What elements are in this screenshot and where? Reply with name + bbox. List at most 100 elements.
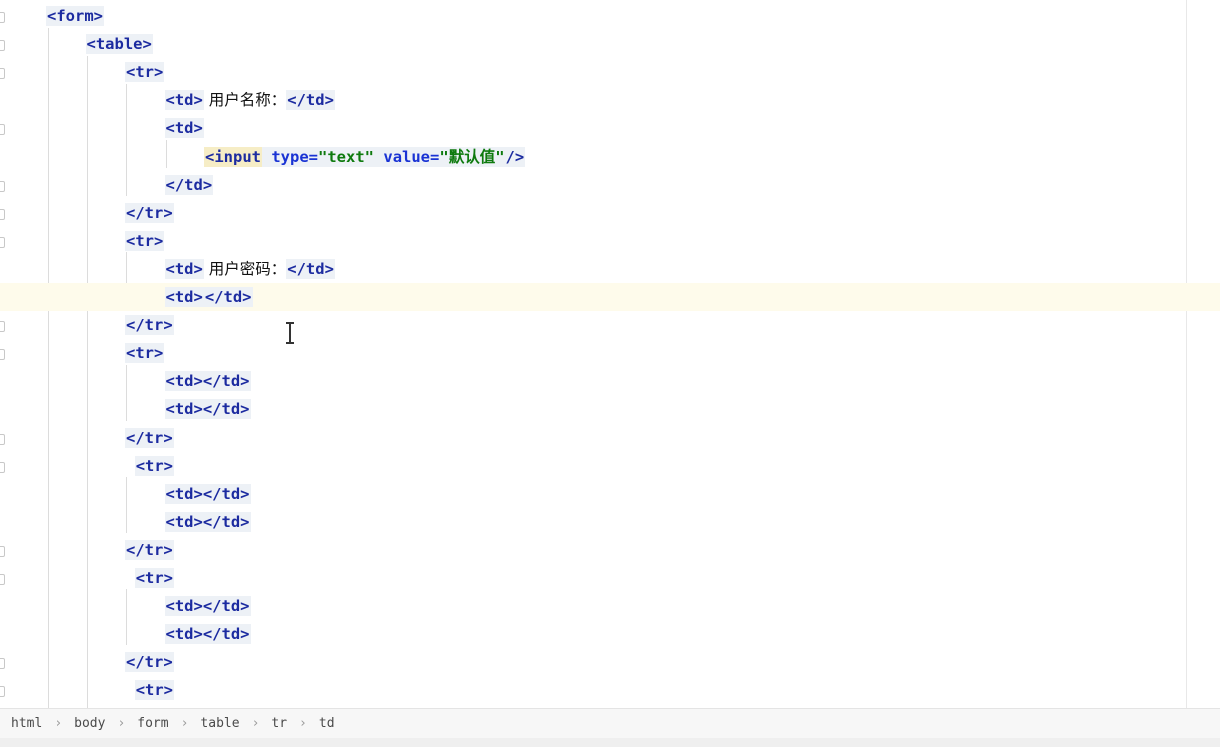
- html-tag-token: <td>: [164, 118, 204, 139]
- html-tag-token: </td>: [164, 174, 214, 195]
- code-line[interactable]: <td></td>: [0, 367, 1220, 395]
- breadcrumb-item-html[interactable]: html: [11, 716, 42, 731]
- code-line-content: <tr>: [125, 230, 165, 251]
- fold-marker-icon[interactable]: [0, 40, 5, 52]
- html-tag-token: <tr>: [125, 62, 165, 83]
- fold-marker-icon[interactable]: [0, 545, 5, 557]
- html-tag-token: </tr>: [125, 202, 174, 223]
- code-line-content: <table>: [85, 34, 153, 55]
- code-line-content: <tr>: [134, 455, 175, 476]
- fold-marker-icon[interactable]: [0, 433, 5, 445]
- code-line[interactable]: <td></td>: [0, 620, 1220, 648]
- fold-marker-icon[interactable]: [0, 124, 5, 136]
- code-line-content: <td> 用户名称：</td>: [164, 90, 335, 111]
- chevron-right-icon: ›: [180, 716, 189, 731]
- html-tag-token: </td>: [203, 287, 253, 307]
- bottom-strip: [0, 738, 1220, 747]
- code-line-content: <td></td>: [164, 483, 251, 504]
- code-line-content: <td></td>: [164, 399, 251, 420]
- code-line[interactable]: </tr>: [0, 536, 1220, 564]
- html-tag-token: <tr>: [134, 680, 175, 701]
- fold-marker-icon[interactable]: [0, 574, 5, 585]
- code-line-content: <td>: [164, 118, 204, 139]
- chevron-right-icon: ›: [54, 716, 63, 731]
- code-line[interactable]: <td>: [0, 114, 1220, 142]
- code-line-content: <tr>: [134, 568, 175, 588]
- attribute-value-token: "默认值": [439, 146, 505, 167]
- code-line-content: </tr>: [125, 202, 174, 223]
- code-line-content: <td></td>: [164, 511, 251, 532]
- code-line[interactable]: <tr>: [0, 452, 1220, 480]
- html-tag-token: <td></td>: [164, 596, 251, 617]
- attribute-name-token: type=: [271, 146, 319, 167]
- code-line[interactable]: </td>: [0, 171, 1220, 199]
- fold-marker-icon[interactable]: [0, 68, 5, 80]
- code-line[interactable]: <td></td>: [0, 283, 1220, 311]
- whitespace-token: [374, 146, 384, 167]
- code-line[interactable]: <td> 用户名称：</td>: [0, 86, 1220, 114]
- chevron-right-icon: ›: [117, 716, 126, 731]
- html-tag-token: <form>: [46, 6, 104, 26]
- breadcrumb-item-form[interactable]: form: [137, 716, 168, 731]
- code-line[interactable]: <tr>: [0, 339, 1220, 367]
- text-content-token: 用户密码：: [203, 259, 287, 278]
- html-tag-token: <td>: [164, 90, 204, 111]
- chevron-right-icon: ›: [251, 716, 260, 731]
- fold-marker-icon[interactable]: [0, 686, 5, 698]
- code-line-content: </tr>: [125, 315, 174, 336]
- code-line-content: <td></td>: [164, 371, 251, 392]
- code-line-content: <td></td>: [164, 287, 253, 307]
- html-tag-token: </tr>: [125, 539, 174, 560]
- html-tag-token: <tr>: [134, 455, 175, 476]
- text-content-token: 用户名称：: [203, 91, 287, 110]
- fold-marker-icon[interactable]: [0, 208, 5, 220]
- code-line[interactable]: <tr>: [0, 676, 1220, 704]
- html-tag-token: </tr>: [125, 315, 174, 336]
- fold-marker-icon[interactable]: [0, 321, 5, 333]
- code-line[interactable]: </tr>: [0, 648, 1220, 676]
- code-line-content: </tr>: [125, 652, 174, 673]
- code-line[interactable]: <tr>: [0, 564, 1220, 592]
- fold-marker-icon[interactable]: [0, 658, 5, 670]
- breadcrumb-item-table[interactable]: table: [200, 716, 239, 731]
- html-tag-token: <tr>: [125, 343, 165, 364]
- attribute-value-token: "text": [318, 146, 375, 167]
- code-line[interactable]: <tr>: [0, 58, 1220, 86]
- html-tag-token: <td></td>: [164, 624, 251, 645]
- code-line[interactable]: <table>: [0, 30, 1220, 58]
- code-line[interactable]: </tr>: [0, 424, 1220, 452]
- code-line-content: </tr>: [125, 427, 174, 448]
- code-line[interactable]: <form>: [0, 2, 1220, 30]
- code-line[interactable]: </tr>: [0, 199, 1220, 227]
- code-line[interactable]: <td> 用户密码：</td>: [0, 255, 1220, 283]
- code-line-content: <td> 用户密码：</td>: [164, 258, 335, 279]
- breadcrumb: html › body › form › table › tr › td: [0, 708, 1220, 738]
- fold-marker-icon[interactable]: [0, 461, 5, 473]
- code-line[interactable]: <td></td>: [0, 592, 1220, 620]
- code-line-content: <td></td>: [164, 596, 251, 617]
- fold-marker-icon[interactable]: [0, 349, 5, 361]
- html-tag-token: </td>: [286, 90, 335, 111]
- code-line[interactable]: </tr>: [0, 311, 1220, 339]
- code-line[interactable]: <td></td>: [0, 508, 1220, 536]
- code-editor[interactable]: <form> <table> <tr> <td> 用户名称：</td> <td> <inp…: [0, 0, 1220, 708]
- fold-marker-icon[interactable]: [0, 180, 5, 192]
- code-line-content: <tr>: [125, 343, 165, 364]
- code-line-content: <tr>: [125, 62, 165, 83]
- html-tag-token: <td></td>: [164, 399, 251, 420]
- chevron-right-icon: ›: [299, 716, 307, 731]
- code-line-content: <form>: [46, 6, 104, 26]
- code-line[interactable]: <td></td>: [0, 480, 1220, 508]
- breadcrumb-item-tr[interactable]: tr: [271, 716, 287, 731]
- html-tag-token: <tr>: [134, 568, 175, 588]
- breadcrumb-item-td[interactable]: td: [319, 716, 335, 731]
- fold-marker-icon[interactable]: [0, 12, 5, 23]
- code-line[interactable]: <td></td>: [0, 395, 1220, 423]
- fold-marker-icon[interactable]: [0, 236, 5, 248]
- breadcrumb-item-body[interactable]: body: [74, 716, 105, 731]
- code-line[interactable]: <input type="text" value="默认值"/>: [0, 143, 1220, 171]
- html-tag-token: <td></td>: [164, 483, 251, 504]
- html-tag-token: <td></td>: [164, 371, 251, 392]
- html-tag-token: <td>: [164, 258, 204, 279]
- code-line[interactable]: <tr>: [0, 227, 1220, 255]
